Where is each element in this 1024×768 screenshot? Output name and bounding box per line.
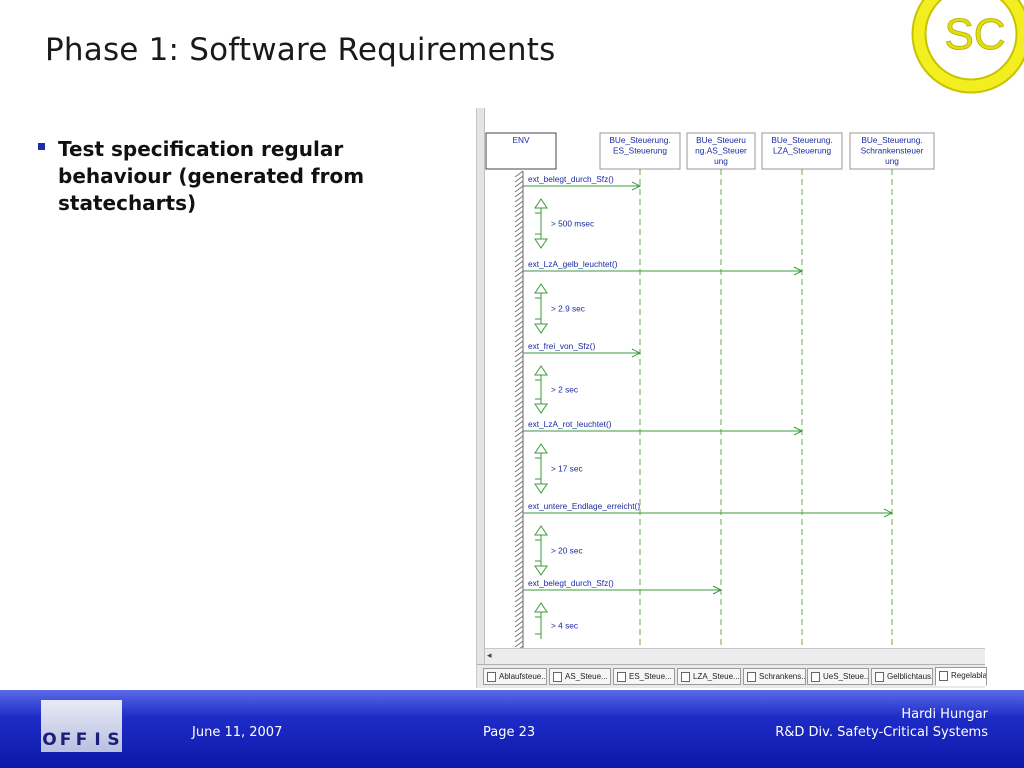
timeout-up-marker: [534, 283, 548, 294]
sequence-diagram-screenshot: ENV BUe_Steuerung. ES_Steuerung BUe_Steueru…: [476, 108, 987, 688]
timeout-ticks: [535, 379, 541, 400]
lifeline-label: BUe_Steuerung.: [771, 135, 832, 145]
timeout-ticks: [535, 539, 541, 562]
diagram-tab-icon: [875, 672, 884, 682]
env-hatch: [514, 170, 524, 653]
diagram-tab-icon: [747, 672, 756, 682]
timeout-ticks: [535, 212, 541, 235]
lifeline-label: BUe_Steuerung.: [861, 135, 922, 145]
offis-logo-block: S: [105, 700, 122, 752]
timeout-up-marker: [534, 365, 548, 376]
diagram-tab-label: Regelablauf: [951, 671, 987, 680]
message-label: ext_belegt_durch_Sfz(): [528, 174, 614, 184]
message-label: ext_belegt_durch_Sfz(): [528, 578, 614, 588]
diagram-tab-icon: [617, 672, 626, 682]
offis-logo-block: O: [41, 700, 58, 752]
offis-logo-letter: I: [94, 730, 101, 750]
horizontal-scrollbar[interactable]: ◂: [485, 648, 985, 664]
offis-logo-block: I: [89, 700, 106, 752]
timeout-up-marker: [534, 443, 548, 454]
sc-logo: SC: [911, 0, 1024, 94]
diagram-tab-bar: Ablaufsteue... AS_Steue... ES_Steue... LZA_…: [477, 664, 987, 688]
diagram-tab[interactable]: UeS_Steue...: [807, 668, 869, 685]
diagram-tab-icon: [939, 671, 948, 681]
offis-logo-letter: S: [107, 730, 120, 750]
diagram-tab[interactable]: LZA_Steue...: [677, 668, 741, 685]
timeout-down-marker: [534, 238, 548, 249]
diagram-tab-label: ES_Steue...: [629, 672, 672, 681]
diagram-canvas: ENV BUe_Steuerung. ES_Steuerung BUe_Steueru…: [485, 108, 985, 653]
timeout-label: > 2.9 sec: [551, 304, 585, 314]
diagram-tab-label: Schrankens...: [759, 672, 806, 681]
sequence-diagram: ENV BUe_Steuerung.ES_SteuerungBUe_Steueru…: [485, 132, 935, 653]
message-label: ext_LzA_rot_leuchtet(): [528, 419, 612, 429]
timeout-down-marker: [534, 403, 548, 414]
diagram-tab-icon: [487, 672, 496, 682]
diagram-tab-label: Ablaufsteue...: [499, 672, 547, 681]
diagram-tab[interactable]: Regelablauf: [935, 667, 987, 686]
diagram-tab-label: LZA_Steue...: [693, 672, 740, 681]
timeout-label: > 20 sec: [551, 546, 583, 556]
lifeline-label: BUe_Steueru: [696, 135, 746, 145]
lifeline-label: BUe_Steuerung.: [609, 135, 670, 145]
message-label: ext_untere_Endlage_erreicht(): [528, 501, 640, 511]
diagram-tab-label: UeS_Steue...: [823, 672, 869, 681]
diagram-tab-icon: [553, 672, 562, 682]
footer-bar: OFFIS June 11, 2007 Page 23 Hardi Hungar…: [0, 690, 1024, 768]
scroll-left-icon[interactable]: ◂: [487, 651, 492, 661]
diagram-tab[interactable]: ES_Steue...: [613, 668, 675, 685]
timeout-up-marker: [534, 602, 548, 613]
lifeline-label: ENV: [512, 135, 530, 145]
timeout-ticks: [535, 297, 541, 320]
timeout-ticks: [535, 616, 541, 635]
timeout-label: > 17 sec: [551, 464, 583, 474]
timeout-down-marker: [534, 483, 548, 494]
offis-logo-block: F: [73, 700, 90, 752]
diagram-left-ruler: [477, 108, 485, 668]
lifeline-label: Schrankensteuer: [861, 146, 924, 156]
diagram-tab[interactable]: Gelblichtaus...: [871, 668, 933, 685]
footer-author: Hardi Hungar: [901, 707, 988, 722]
diagram-tab[interactable]: Schrankens...: [743, 668, 806, 685]
sc-logo-text: SC: [944, 10, 1005, 59]
diagram-tab-icon: [681, 672, 690, 682]
message-label: ext_frei_von_Sfz(): [528, 341, 596, 351]
bullet-list: Test specification regular behaviour (ge…: [38, 136, 428, 217]
diagram-tab[interactable]: AS_Steue...: [549, 668, 611, 685]
offis-logo-letter: O: [42, 730, 57, 750]
timeout-up-marker: [534, 525, 548, 536]
bullet-text: Test specification regular behaviour (ge…: [58, 137, 365, 215]
message-label: ext_LzA_gelb_leuchtet(): [528, 259, 618, 269]
timeout-label: > 500 msec: [551, 219, 594, 229]
diagram-tab-label: AS_Steue...: [565, 672, 608, 681]
diagram-tab[interactable]: Ablaufsteue...: [483, 668, 547, 685]
lifeline-label: LZA_Steuerung: [773, 146, 832, 156]
footer-division: R&D Div. Safety-Critical Systems: [775, 725, 988, 740]
timeout-label: > 2 sec: [551, 385, 578, 395]
diagram-tab-icon: [811, 672, 820, 682]
lifeline-label: ung: [714, 156, 728, 166]
bullet-square-icon: [38, 143, 45, 150]
slide-title: Phase 1: Software Requirements: [45, 32, 556, 68]
timeout-up-marker: [534, 198, 548, 209]
timeout-ticks: [535, 457, 541, 480]
diagram-tab-label: Gelblichtaus...: [887, 672, 933, 681]
footer-page-number: Page 23: [483, 725, 536, 740]
lifeline-label: ES_Steuerung: [613, 146, 667, 156]
lifeline-label: ung: [885, 156, 899, 166]
footer-date: June 11, 2007: [192, 725, 283, 740]
lifeline-label: ng.AS_Steuer: [695, 146, 747, 156]
offis-logo-letter: F: [59, 730, 72, 750]
timeout-down-marker: [534, 323, 548, 334]
timeout-label: > 4 sec: [551, 621, 578, 631]
offis-logo-letter: F: [75, 730, 88, 750]
timeout-down-marker: [534, 565, 548, 576]
offis-logo-block: F: [57, 700, 74, 752]
